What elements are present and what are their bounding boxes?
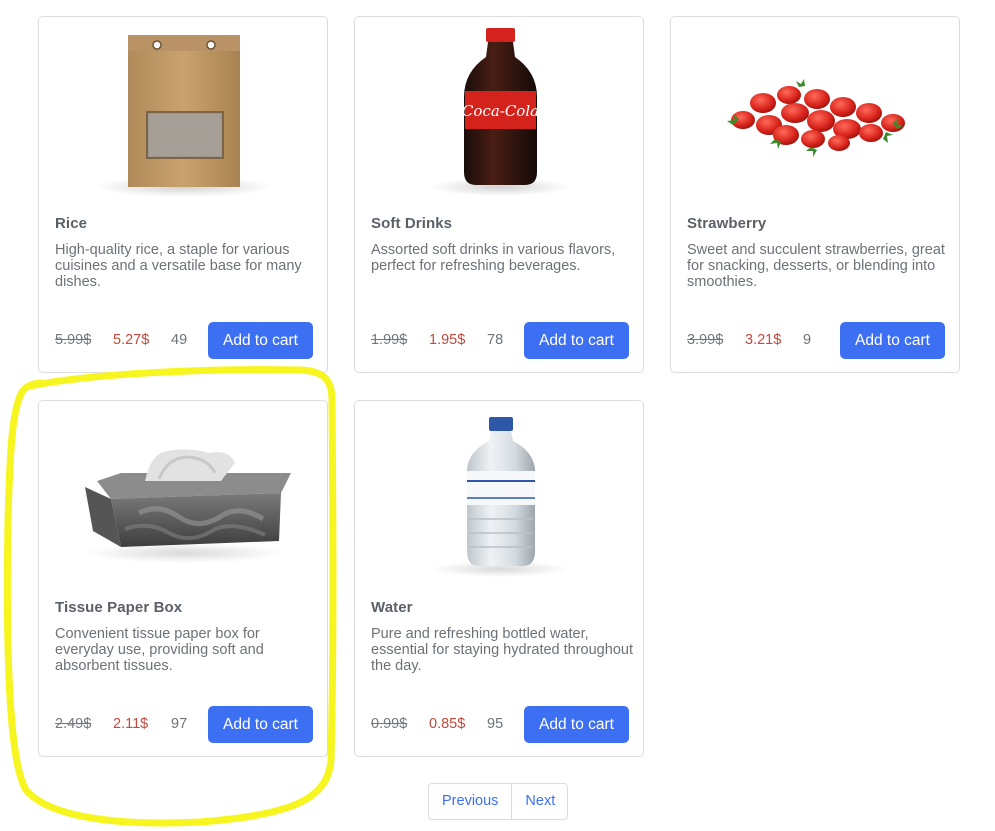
- add-to-cart-button[interactable]: Add to cart: [208, 322, 313, 359]
- soda-label-text: Coca-Cola: [462, 102, 539, 120]
- price-row: 2.49$ 2.11$ 97 Add to cart: [55, 706, 313, 743]
- product-description: Pure and refreshing bottled water, essen…: [371, 626, 633, 674]
- sale-price: 0.85$: [429, 716, 466, 732]
- old-price: 0.99$: [371, 716, 408, 732]
- sale-price: 5.27$: [113, 332, 150, 348]
- rice-bag-icon: [39, 17, 327, 207]
- old-price: 3.99$: [687, 332, 724, 348]
- price-row: 3.99$ 3.21$ 9 Add to cart: [687, 322, 945, 359]
- product-title: Rice: [55, 215, 88, 232]
- product-grid-page: Rice High-quality rice, a staple for var…: [0, 0, 995, 831]
- stock-count: 95: [487, 716, 504, 732]
- water-bottle-icon: [355, 401, 643, 591]
- add-to-cart-button[interactable]: Add to cart: [208, 706, 313, 743]
- product-title: Strawberry: [687, 215, 767, 232]
- product-description: Assorted soft drinks in various flavors,…: [371, 242, 616, 274]
- old-price: 2.49$: [55, 716, 92, 732]
- tissue-box-icon: [39, 401, 327, 591]
- sale-price: 1.95$: [429, 332, 466, 348]
- stock-count: 9: [803, 332, 812, 348]
- add-to-cart-button[interactable]: Add to cart: [840, 322, 945, 359]
- product-title: Soft Drinks: [371, 215, 453, 232]
- product-card-soft-drinks: Coca-Cola Soft Drinks Assorted soft drin…: [354, 16, 644, 373]
- old-price: 5.99$: [55, 332, 92, 348]
- product-card-water: Water Pure and refreshing bottled water,…: [354, 400, 644, 757]
- product-title: Tissue Paper Box: [55, 599, 183, 616]
- price-row: 0.99$ 0.85$ 95 Add to cart: [371, 706, 629, 743]
- stock-count: 78: [487, 332, 504, 348]
- stock-count: 49: [171, 332, 188, 348]
- product-description: Sweet and succulent strawberries, great …: [687, 242, 945, 290]
- product-description: High-quality rice, a staple for various …: [55, 242, 302, 290]
- product-card-tissue-paper-box: Tissue Paper Box Convenient tissue paper…: [38, 400, 328, 757]
- next-page-button[interactable]: Next: [511, 784, 567, 819]
- sale-price: 3.21$: [745, 332, 782, 348]
- product-card-strawberry: Strawberry Sweet and succulent strawberr…: [670, 16, 960, 373]
- stock-count: 97: [171, 716, 188, 732]
- product-description: Convenient tissue paper box for everyday…: [55, 626, 264, 674]
- add-to-cart-button[interactable]: Add to cart: [524, 706, 629, 743]
- previous-page-button[interactable]: Previous: [429, 784, 511, 819]
- pagination: Previous Next: [428, 783, 569, 820]
- old-price: 1.99$: [371, 332, 408, 348]
- product-card-rice: Rice High-quality rice, a staple for var…: [38, 16, 328, 373]
- strawberries-icon: [671, 17, 959, 207]
- price-row: 1.99$ 1.95$ 78 Add to cart: [371, 322, 629, 359]
- add-to-cart-button[interactable]: Add to cart: [524, 322, 629, 359]
- price-row: 5.99$ 5.27$ 49 Add to cart: [55, 322, 313, 359]
- soda-bottle-icon: Coca-Cola: [355, 17, 643, 207]
- sale-price: 2.11$: [113, 716, 149, 732]
- product-title: Water: [371, 599, 413, 616]
